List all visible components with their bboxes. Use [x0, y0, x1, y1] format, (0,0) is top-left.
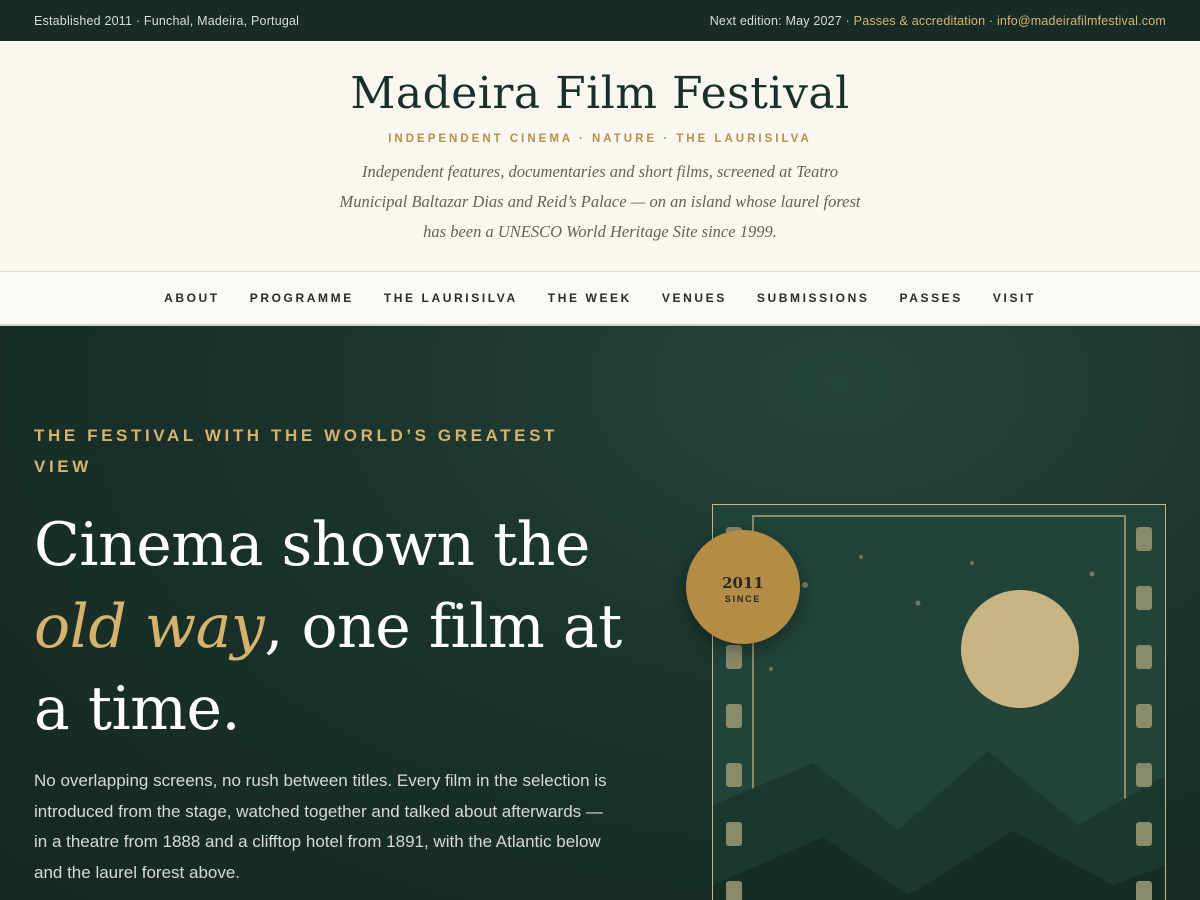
hero-body: No overlapping screens, no rush between … — [34, 771, 607, 882]
passes-link[interactable]: Passes & accreditation — [854, 14, 986, 28]
masthead: Madeira Film Festival INDEPENDENT CINEMA… — [0, 41, 1200, 271]
tagline: INDEPENDENT CINEMA · NATURE · THE LAURIS… — [388, 133, 812, 145]
nav-programme[interactable]: PROGRAMME — [250, 291, 354, 305]
established-text: Established 2011 · Funchal, Madeira, Por… — [34, 13, 300, 28]
nav-about[interactable]: ABOUT — [164, 291, 220, 305]
nav-passes[interactable]: PASSES — [900, 291, 963, 305]
nav-venues[interactable]: VENUES — [662, 291, 727, 305]
email-link[interactable]: info@madeirafilmfestival.com — [997, 14, 1166, 28]
film-sprockets-right — [1136, 527, 1152, 900]
badge-year: 2011 — [722, 574, 764, 592]
hero-eyebrow: THE FESTIVAL WITH THE WORLD’S GREATEST V… — [34, 426, 559, 476]
intro-text: Independent features, documentaries and … — [339, 162, 861, 241]
moon-icon — [961, 590, 1079, 708]
nav-submissions[interactable]: SUBMISSIONS — [757, 291, 870, 305]
site-title[interactable]: Madeira Film Festival — [0, 68, 1200, 119]
main-nav: ABOUT PROGRAMME THE LAURISILVA THE WEEK … — [0, 271, 1200, 326]
badge-label: SINCE — [724, 594, 762, 604]
since-badge: 2011 SINCE — [686, 530, 800, 644]
nav-laurisilva[interactable]: THE LAURISILVA — [384, 291, 518, 305]
headline-part1: Cinema shown the — [34, 510, 590, 580]
nav-visit[interactable]: VISIT — [993, 291, 1036, 305]
top-bar: Established 2011 · Funchal, Madeira, Por… — [0, 0, 1200, 41]
hero: THE FESTIVAL WITH THE WORLD’S GREATEST V… — [0, 326, 1200, 900]
headline-emphasis: old way — [34, 592, 265, 662]
next-edition-text: Next edition: May 2027 · — [709, 13, 854, 28]
hero-headline: Cinema shown the old way, one film at a … — [34, 504, 674, 750]
nav-the-week[interactable]: THE WEEK — [548, 291, 632, 305]
top-bar-right: Next edition: May 2027 · Passes & accred… — [710, 14, 1166, 28]
separator: · — [985, 13, 997, 28]
